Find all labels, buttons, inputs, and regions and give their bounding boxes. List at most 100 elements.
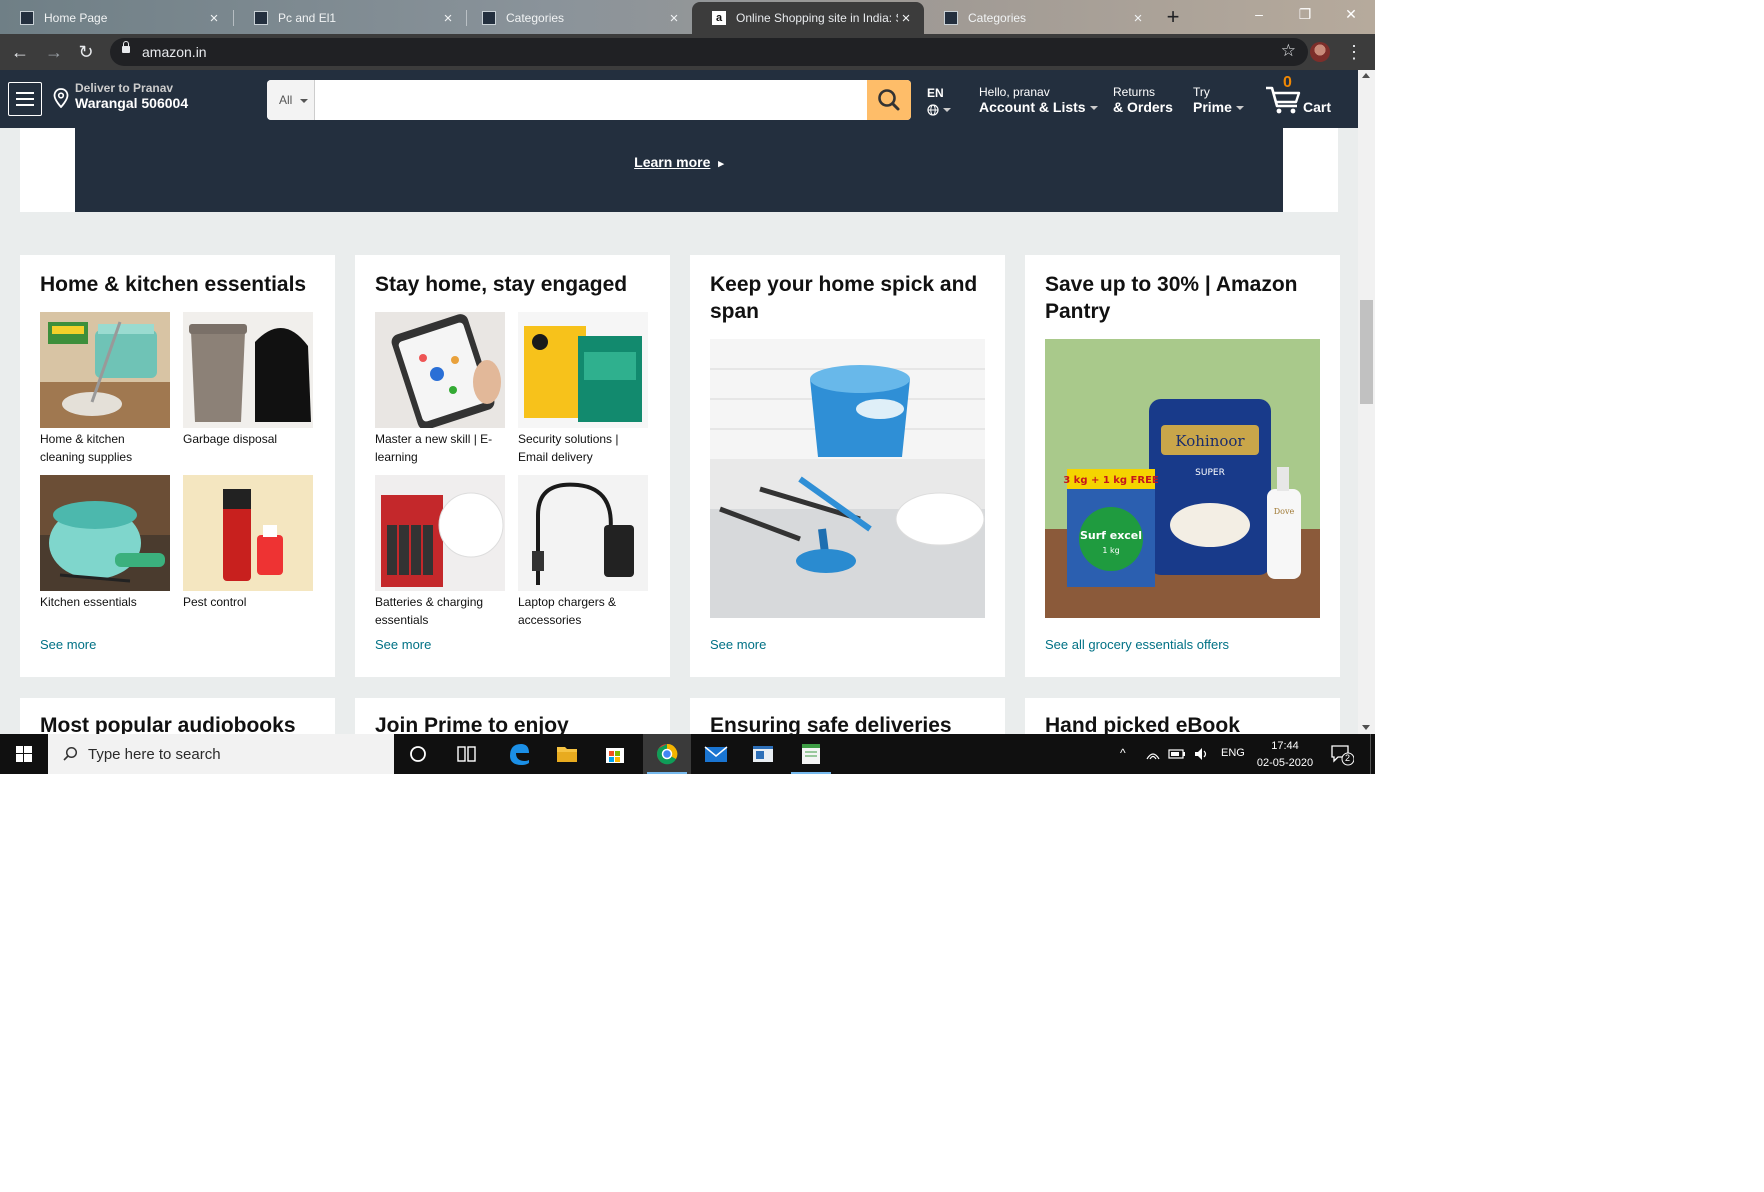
- tile-cleaning-supplies[interactable]: Home & kitchen cleaning supplies: [40, 312, 170, 466]
- edge-taskbar-button[interactable]: [495, 734, 543, 774]
- volume-icon[interactable]: [1193, 746, 1211, 762]
- action-center-button[interactable]: 2: [1328, 742, 1355, 766]
- screen: Home Page × Pc and El1 × Categories × a …: [0, 0, 1375, 774]
- mail-icon: [704, 746, 728, 762]
- tile-caption: Batteries & charging essentials: [375, 595, 484, 627]
- active-indicator: [647, 772, 687, 774]
- page-scrollbar[interactable]: [1358, 70, 1375, 734]
- back-button[interactable]: ←: [8, 40, 32, 64]
- close-icon[interactable]: ×: [898, 10, 914, 27]
- store-button[interactable]: [591, 734, 639, 774]
- tile-laptop-chargers[interactable]: Laptop chargers & accessories: [518, 475, 648, 629]
- location-pin-icon: [53, 88, 69, 108]
- deliver-location[interactable]: Warangal 506004: [75, 95, 188, 111]
- tile-garbage-disposal[interactable]: Garbage disposal: [183, 312, 313, 448]
- bookmark-star-icon[interactable]: ☆: [1281, 41, 1296, 61]
- close-icon[interactable]: ×: [206, 10, 222, 27]
- tab-categories[interactable]: Categories ×: [462, 2, 692, 34]
- account-lists-menu[interactable]: Hello, pranav Account & Lists: [979, 86, 1098, 116]
- address-bar[interactable]: amazon.in ☆: [110, 38, 1308, 66]
- see-more-link[interactable]: See more: [710, 637, 766, 652]
- close-window-button[interactable]: ✕: [1328, 0, 1374, 30]
- minimize-button[interactable]: –: [1236, 0, 1282, 30]
- card-stay-home: Stay home, stay engaged Master a new ski…: [355, 255, 670, 677]
- see-more-link[interactable]: See more: [375, 637, 431, 652]
- try-label: Try: [1193, 85, 1210, 99]
- forward-button[interactable]: →: [42, 40, 66, 64]
- tile-caption: Home & kitchen cleaning supplies: [40, 432, 133, 464]
- tile-security-solutions[interactable]: Security solutions | Email delivery: [518, 312, 648, 466]
- restore-button[interactable]: ❐: [1282, 0, 1328, 30]
- mail-taskbar-button[interactable]: [691, 734, 739, 774]
- app-taskbar-button[interactable]: [739, 734, 787, 774]
- tray-overflow-chevron-icon[interactable]: ^: [1120, 746, 1126, 760]
- hamburger-menu-button[interactable]: [8, 82, 42, 116]
- tab-pc-and-el1[interactable]: Pc and El1 ×: [234, 2, 466, 34]
- tile-pest-control[interactable]: Pest control: [183, 475, 313, 611]
- profile-avatar[interactable]: [1310, 42, 1330, 62]
- learn-more-label: Learn more: [634, 154, 711, 170]
- windows-logo-icon: [16, 746, 32, 762]
- amazon-favicon-icon: a: [712, 11, 726, 25]
- globe-icon: [927, 104, 939, 116]
- new-tab-button[interactable]: +: [1160, 4, 1186, 30]
- close-icon[interactable]: ×: [440, 10, 456, 27]
- input-language[interactable]: ENG: [1221, 747, 1245, 759]
- account-lists-label: Account & Lists: [979, 99, 1086, 115]
- task-view-cortana-button[interactable]: [394, 734, 442, 774]
- chrome-taskbar-button[interactable]: [643, 734, 691, 774]
- network-icon[interactable]: [1145, 746, 1161, 762]
- language-selector[interactable]: EN: [927, 86, 951, 116]
- cart-label[interactable]: Cart: [1303, 99, 1331, 115]
- tile-caption: Kitchen essentials: [40, 595, 137, 609]
- card-ebooks: Hand picked eBook: [1025, 698, 1340, 734]
- page-favicon-icon: [944, 11, 958, 25]
- grocery-offers-link[interactable]: See all grocery essentials offers: [1045, 637, 1229, 652]
- taskbar-search-box[interactable]: Type here to search: [48, 734, 394, 774]
- page-favicon-icon: [482, 11, 496, 25]
- spin-mop-image[interactable]: [710, 339, 985, 618]
- card-amazon-pantry: Save up to 30% | Amazon Pantry Kohinoor …: [1025, 255, 1340, 677]
- kohinoor-pack-label: Kohinoor: [1175, 432, 1245, 450]
- learn-more-link[interactable]: Learn more ▸: [75, 154, 1283, 170]
- tile-caption: Pest control: [183, 595, 247, 609]
- tab-categories-2[interactable]: Categories ×: [924, 2, 1156, 34]
- show-desktop-button[interactable]: [1370, 734, 1371, 774]
- scrollbar-thumb[interactable]: [1360, 300, 1373, 404]
- tile-batteries[interactable]: Batteries & charging essentials: [375, 475, 505, 629]
- search-button[interactable]: [867, 80, 911, 120]
- returns-label: Returns: [1113, 85, 1156, 99]
- pest-spray-image: [183, 475, 313, 591]
- promo-banner: Learn more ▸: [75, 128, 1283, 212]
- tab-home-page[interactable]: Home Page ×: [0, 2, 232, 34]
- lock-icon: [122, 41, 130, 53]
- tile-kitchen-essentials[interactable]: Kitchen essentials: [40, 475, 170, 611]
- scroll-down-arrow-icon[interactable]: [1362, 725, 1370, 730]
- promo-sticker: 3 kg + 1 kg FREE: [1063, 475, 1159, 486]
- start-button[interactable]: [0, 734, 48, 774]
- deliver-to-label[interactable]: Deliver to Pranav: [75, 81, 173, 95]
- close-icon[interactable]: ×: [666, 10, 682, 27]
- browser-menu-icon[interactable]: ⋮: [1345, 40, 1363, 64]
- file-explorer-button[interactable]: [543, 734, 591, 774]
- battery-icon[interactable]: [1168, 747, 1186, 761]
- see-more-link[interactable]: See more: [40, 637, 96, 652]
- search-input[interactable]: [316, 80, 861, 120]
- folder-icon: [557, 747, 577, 762]
- tab-amazon-active[interactable]: a Online Shopping site in India: Sho ×: [692, 2, 924, 34]
- editor-taskbar-button[interactable]: [787, 734, 835, 774]
- tile-e-learning[interactable]: Master a new skill | E-learning: [375, 312, 505, 466]
- search-category-dropdown[interactable]: All: [267, 80, 315, 120]
- banner-container: Learn more ▸: [20, 128, 1338, 212]
- task-view-button[interactable]: [442, 734, 490, 774]
- close-icon[interactable]: ×: [1130, 10, 1146, 27]
- clock[interactable]: 17:44 02-05-2020: [1255, 738, 1315, 772]
- pantry-products-image[interactable]: Kohinoor SUPER 3 kg + 1 kg FREE Surf exc…: [1045, 339, 1320, 618]
- orders-label: & Orders: [1113, 99, 1173, 115]
- try-prime-menu[interactable]: Try Prime: [1193, 86, 1244, 116]
- notification-icon: [1331, 745, 1355, 766]
- reload-button[interactable]: ↻: [74, 40, 98, 64]
- returns-orders-link[interactable]: Returns & Orders: [1113, 86, 1173, 116]
- scroll-up-arrow-icon[interactable]: [1362, 73, 1370, 78]
- card-home-spick-span: Keep your home spick and span See more: [690, 255, 1005, 677]
